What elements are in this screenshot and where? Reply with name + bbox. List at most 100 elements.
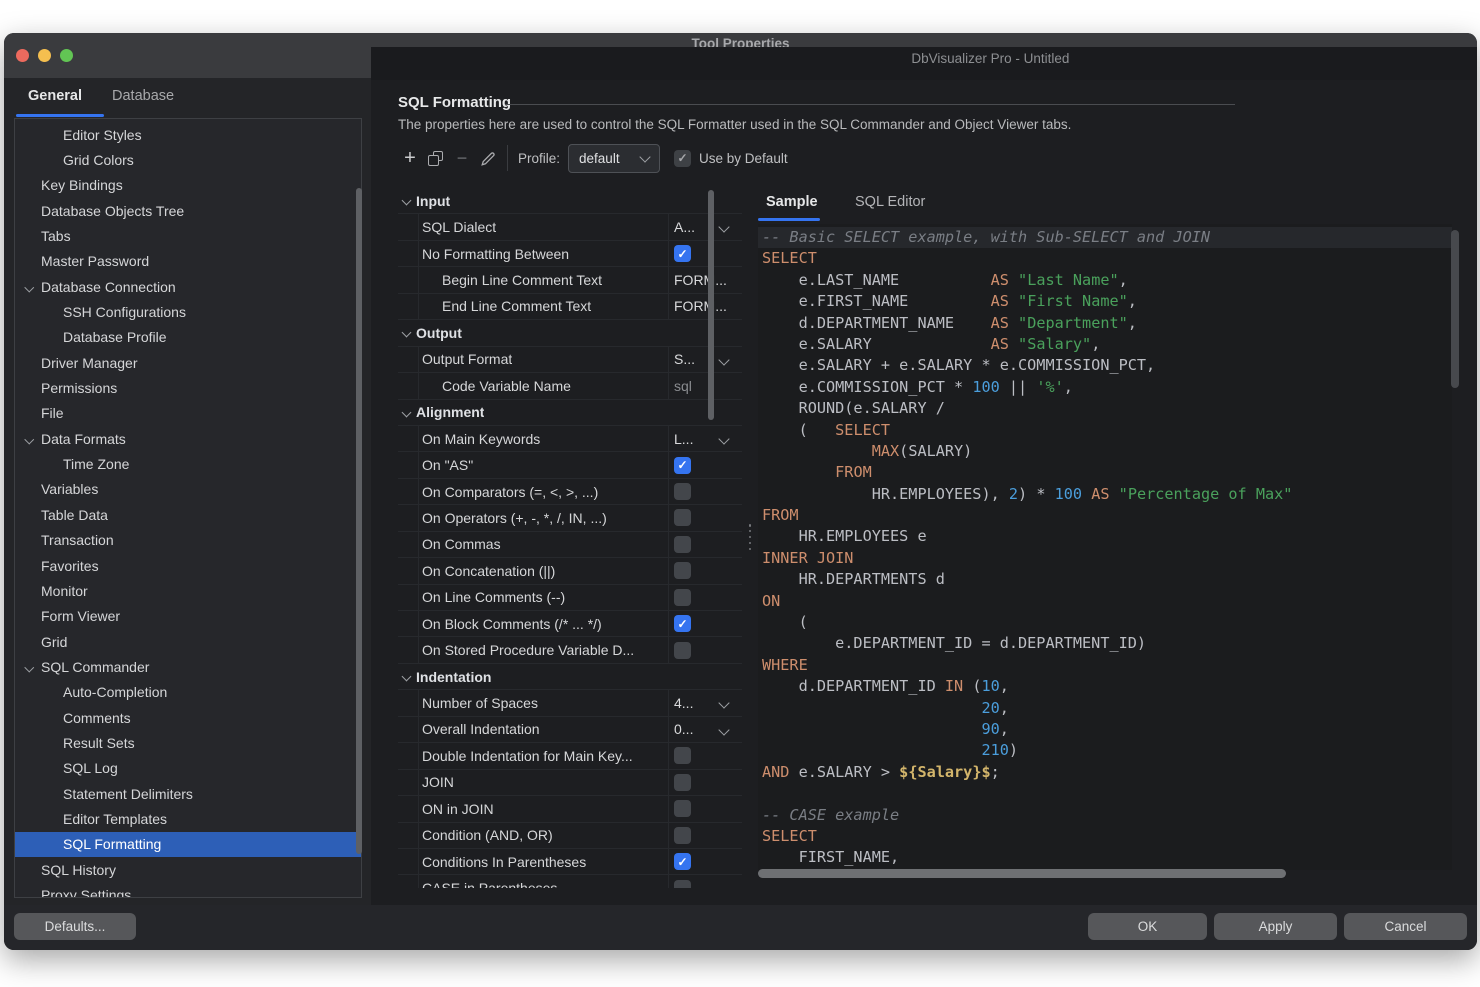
setting-checkbox[interactable] [674,880,691,888]
tree-item-grid[interactable]: Grid [15,629,361,654]
zoom-window-button[interactable] [60,49,73,62]
settings-row-on-commas[interactable]: On Commas [398,532,742,558]
settings-row-number-of-spaces[interactable]: Number of Spaces4... [398,690,742,716]
settings-row-conditions-in-parentheses[interactable]: Conditions In Parentheses✓ [398,849,742,875]
setting-value[interactable]: 4... [668,690,742,715]
setting-checkbox[interactable]: ✓ [674,245,691,262]
copy-profile-icon[interactable] [428,151,443,166]
settings-row-output-format[interactable]: Output FormatS... [398,347,742,373]
code-horizontal-scrollbar[interactable] [758,869,1286,878]
settings-section-indentation[interactable]: Indentation [398,664,742,690]
tree-item-variables[interactable]: Variables [15,477,361,502]
settings-row-condition-and-or[interactable]: Condition (AND, OR) [398,823,742,849]
setting-checkbox[interactable]: ✓ [674,853,691,870]
tab-sample[interactable]: Sample [766,194,818,210]
settings-row-on-stored-procedure-variable-d[interactable]: On Stored Procedure Variable D... [398,637,742,663]
tree-item-statement-delimiters[interactable]: Statement Delimiters [15,781,361,806]
setting-checkbox[interactable] [674,562,691,579]
setting-checkbox[interactable] [674,747,691,764]
setting-value[interactable]: 0... [668,717,742,742]
tree-item-sql-commander[interactable]: SQL Commander [15,654,361,679]
setting-checkbox[interactable] [674,642,691,659]
settings-scrollbar[interactable] [708,190,714,420]
ok-button[interactable]: OK [1088,913,1207,940]
close-window-button[interactable] [16,49,29,62]
tree-item-favorites[interactable]: Favorites [15,553,361,578]
edit-profile-icon[interactable] [479,149,497,167]
tree-item-ssh-configurations[interactable]: SSH Configurations [15,299,361,324]
tree-item-sql-log[interactable]: SQL Log [15,756,361,781]
setting-checkbox[interactable] [674,800,691,817]
tree-scrollbar[interactable] [356,188,362,854]
tree-item-sql-history[interactable]: SQL History [15,857,361,882]
setting-checkbox[interactable]: ✓ [674,457,691,474]
use-by-default-checkbox[interactable]: ✓ [674,150,691,167]
settings-row-sql-dialect[interactable]: SQL DialectA... [398,214,742,240]
tree-item-form-viewer[interactable]: Form Viewer [15,604,361,629]
tree-item-editor-styles[interactable]: Editor Styles [15,122,361,147]
tree-item-database-connection[interactable]: Database Connection [15,274,361,299]
remove-profile-icon[interactable]: − [455,148,469,169]
setting-checkbox[interactable] [674,536,691,553]
tree-item-monitor[interactable]: Monitor [15,578,361,603]
tree-item-table-data[interactable]: Table Data [15,502,361,527]
tab-database[interactable]: Database [112,88,174,104]
setting-checkbox[interactable] [674,589,691,606]
tab-general[interactable]: General [28,88,82,104]
settings-section-output[interactable]: Output [398,320,742,346]
tree-item-time-zone[interactable]: Time Zone [15,451,361,476]
setting-value[interactable]: A... [668,214,742,239]
tab-sql-editor[interactable]: SQL Editor [855,194,925,210]
settings-row-code-variable-name[interactable]: Code Variable Namesql [398,373,742,399]
setting-value[interactable]: L... [668,426,742,451]
tree-item-permissions[interactable]: Permissions [15,375,361,400]
code-vertical-scrollbar[interactable] [1451,230,1459,388]
settings-section-input[interactable]: Input [398,188,742,214]
setting-value[interactable]: S... [668,347,742,372]
settings-row-on-operators-in[interactable]: On Operators (+, -, *, /, IN, ...) [398,505,742,531]
tree-item-editor-templates[interactable]: Editor Templates [15,806,361,831]
settings-row-overall-indentation[interactable]: Overall Indentation0... [398,717,742,743]
settings-row-on-block-comments[interactable]: On Block Comments (/* ... */)✓ [398,611,742,637]
tree-item-sql-formatting[interactable]: SQL Formatting [15,832,361,857]
settings-row-begin-line-comment-text[interactable]: Begin Line Comment TextFORM... [398,267,742,293]
apply-button[interactable]: Apply [1214,913,1337,940]
defaults-button[interactable]: Defaults... [14,913,136,940]
panel-splitter-handle[interactable] [745,524,755,550]
tree-item-master-password[interactable]: Master Password [15,249,361,274]
tree-item-grid-colors[interactable]: Grid Colors [15,147,361,172]
tree-item-file[interactable]: File [15,401,361,426]
tree-item-key-bindings[interactable]: Key Bindings [15,173,361,198]
add-profile-icon[interactable]: + [402,147,418,170]
settings-row-on-main-keywords[interactable]: On Main KeywordsL... [398,426,742,452]
tree-item-database-profile[interactable]: Database Profile [15,325,361,350]
settings-row-case-in-parentheses[interactable]: CASE in Parentheses [398,875,742,888]
setting-checkbox[interactable] [674,827,691,844]
settings-section-alignment[interactable]: Alignment [398,400,742,426]
settings-row-double-indentation-for-main-key[interactable]: Double Indentation for Main Key... [398,743,742,769]
settings-row-end-line-comment-text[interactable]: End Line Comment TextFORM... [398,294,742,320]
settings-row-on-as[interactable]: On "AS"✓ [398,452,742,478]
settings-row-on-comparators[interactable]: On Comparators (=, <, >, ...) [398,479,742,505]
minimize-window-button[interactable] [38,49,51,62]
settings-row-on-concatenation[interactable]: On Concatenation (||) [398,558,742,584]
setting-checkbox[interactable] [674,483,691,500]
tree-item-tabs[interactable]: Tabs [15,223,361,248]
tree-item-driver-manager[interactable]: Driver Manager [15,350,361,375]
setting-checkbox[interactable] [674,509,691,526]
settings-row-no-formatting-between[interactable]: No Formatting Between✓ [398,241,742,267]
tree-item-auto-completion[interactable]: Auto-Completion [15,680,361,705]
tree-item-transaction[interactable]: Transaction [15,528,361,553]
cancel-button[interactable]: Cancel [1344,913,1467,940]
tree-item-database-objects-tree[interactable]: Database Objects Tree [15,198,361,223]
settings-row-on-in-join[interactable]: ON in JOIN [398,796,742,822]
tree-item-data-formats[interactable]: Data Formats [15,426,361,451]
tree-item-proxy-settings[interactable]: Proxy Settings [15,882,361,898]
tree-item-comments[interactable]: Comments [15,705,361,730]
setting-checkbox[interactable] [674,774,691,791]
settings-row-on-line-comments[interactable]: On Line Comments (--) [398,585,742,611]
settings-row-join[interactable]: JOIN [398,770,742,796]
profile-select[interactable]: default [568,144,660,173]
setting-checkbox[interactable]: ✓ [674,615,691,632]
tree-item-result-sets[interactable]: Result Sets [15,730,361,755]
